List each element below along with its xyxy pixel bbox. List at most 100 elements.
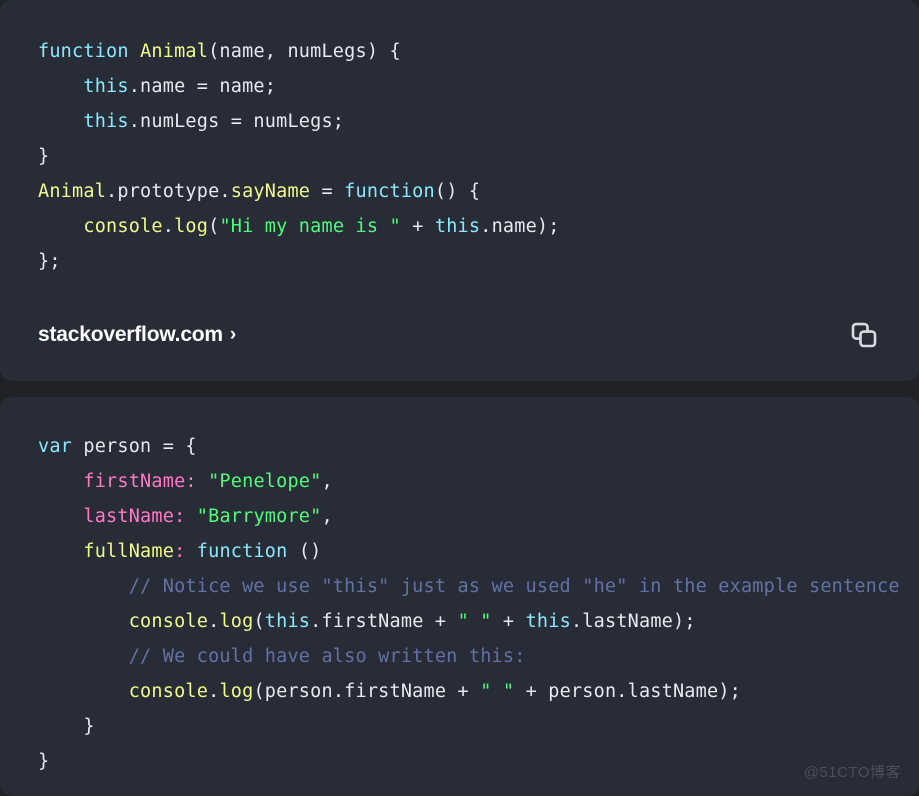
code-token: : — [174, 506, 186, 527]
code-token: this — [525, 611, 571, 632]
code-line: console.log("Hi my name is " + this.name… — [0, 209, 919, 244]
code-token: function — [196, 541, 288, 562]
code-token: () — [287, 541, 322, 562]
code-line: } — [0, 139, 919, 174]
code-token: " " — [480, 681, 515, 702]
code-line: console.log(person.firstName + " " + per… — [0, 674, 919, 709]
code-token: console — [83, 216, 163, 237]
code-token: , — [321, 471, 333, 492]
code-token: + — [400, 216, 435, 237]
code-token: : — [185, 471, 197, 492]
code-token: .name = name; — [128, 76, 277, 97]
code-token: this — [83, 111, 129, 132]
code-token: this — [83, 76, 129, 97]
code-token: Animal — [140, 41, 209, 62]
code-token: } — [38, 751, 50, 772]
code-line: // Notice we use "this" just as we used … — [0, 569, 919, 604]
code-token: "Penelope" — [208, 471, 322, 492]
code-line: } — [0, 744, 919, 779]
code-token: // Notice we use "this" just as we used … — [128, 576, 900, 597]
code-token: . — [162, 216, 175, 237]
code-token: .numLegs = numLegs; — [128, 111, 345, 132]
code-token: . — [208, 681, 220, 702]
code-line: }; — [0, 244, 919, 279]
code-token: function — [344, 181, 435, 202]
code-token: Animal — [38, 181, 107, 202]
copy-icon — [851, 322, 877, 348]
code-token: , — [321, 506, 333, 527]
code-token: log — [174, 216, 209, 237]
code-line: } — [0, 709, 919, 744]
code-token: function — [38, 41, 129, 62]
code-token: firstName — [83, 471, 186, 492]
code-token: lastName — [83, 506, 175, 527]
code-token: (name, numLegs) { — [208, 41, 401, 62]
code-token: ( — [208, 216, 220, 237]
code-token: = — [310, 181, 345, 202]
code-token: console — [128, 681, 209, 702]
code-token: this — [434, 216, 481, 237]
code-token: console — [128, 611, 209, 632]
copy-button[interactable] — [841, 312, 887, 358]
screenshot-stage: function Animal(name, numLegs) { this.na… — [0, 0, 919, 796]
code-token: + — [491, 611, 526, 632]
code-line: function Animal(name, numLegs) { — [0, 34, 919, 69]
code-token: log — [219, 611, 254, 632]
code-card-animal: function Animal(name, numLegs) { this.na… — [0, 0, 919, 381]
code-token: .lastName); — [570, 611, 696, 632]
code-line: this.numLegs = numLegs; — [0, 104, 919, 139]
code-line: lastName: "Barrymore", — [0, 499, 919, 534]
code-token: () { — [434, 181, 481, 202]
code-token: }; — [38, 251, 61, 272]
code-card-person: var person = { firstName: "Penelope", la… — [0, 397, 919, 796]
code-line: fullName: function () — [0, 534, 919, 569]
code-token: person = { — [72, 436, 197, 457]
code-block-person[interactable]: var person = { firstName: "Penelope", la… — [0, 397, 919, 779]
code-block-animal[interactable]: function Animal(name, numLegs) { this.na… — [0, 0, 919, 279]
code-line: // We could have also written this: — [0, 639, 919, 674]
code-token: "Barrymore" — [196, 506, 322, 527]
code-line: var person = { — [0, 429, 919, 464]
code-token: } — [38, 716, 95, 737]
code-token: log — [219, 681, 254, 702]
source-link-stackoverflow[interactable]: stackoverflow.com › — [38, 323, 236, 347]
code-token: .name); — [480, 216, 560, 237]
code-token: + person.lastName); — [514, 681, 741, 702]
code-token: . — [208, 611, 220, 632]
code-token: this — [264, 611, 311, 632]
code-line: console.log(this.firstName + " " + this.… — [0, 604, 919, 639]
code-card-footer: stackoverflow.com › — [0, 289, 919, 381]
code-line: Animal.prototype.sayName = function() { — [0, 174, 919, 209]
code-token: " " — [457, 611, 492, 632]
code-token: : — [174, 541, 186, 562]
code-token: var — [38, 436, 73, 457]
source-link-label: stackoverflow.com — [38, 323, 223, 346]
code-token: ( — [253, 611, 265, 632]
chevron-right-icon: › — [229, 323, 237, 345]
code-token: sayName — [230, 181, 311, 202]
code-token: (person.firstName + — [253, 681, 481, 702]
code-line: firstName: "Penelope", — [0, 464, 919, 499]
code-token: fullName — [83, 541, 175, 562]
code-line: this.name = name; — [0, 69, 919, 104]
code-token: } — [38, 146, 50, 167]
watermark: @51CTO博客 — [803, 764, 901, 781]
code-token: // We could have also written this: — [128, 646, 526, 667]
card-separator — [0, 381, 919, 397]
code-token: .firstName + — [310, 611, 458, 632]
code-token: .prototype. — [106, 181, 231, 202]
code-token: "Hi my name is " — [219, 216, 401, 237]
